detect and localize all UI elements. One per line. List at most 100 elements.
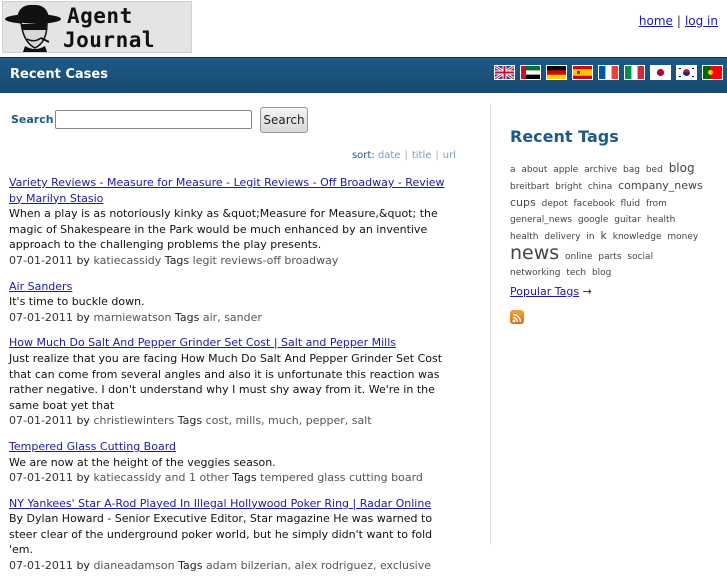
case-date: 07-01-2011 (9, 559, 73, 573)
tag-cloud-item[interactable]: networking (510, 268, 560, 278)
case-item: Tempered Glass Cutting Board We are now … (9, 439, 449, 486)
case-user[interactable]: christiewinters (93, 414, 174, 427)
tag-cloud-item[interactable]: depot (542, 199, 568, 209)
cases-list: Variety Reviews - Measure for Measure - … (9, 175, 449, 584)
tag-cloud-item[interactable]: apple (553, 165, 578, 175)
case-title-link[interactable]: Tempered Glass Cutting Board (9, 440, 176, 453)
case-user[interactable]: katiecassidy (93, 471, 161, 484)
tag-cloud-item[interactable]: about (521, 165, 547, 175)
case-date: 07-01-2011 (9, 471, 73, 485)
case-tags[interactable]: air, sander (203, 311, 262, 324)
login-link[interactable]: log in (685, 14, 718, 28)
arrow-right-icon: → (582, 285, 592, 298)
case-by: by (76, 310, 90, 324)
spain-flag-icon[interactable] (572, 65, 593, 80)
tag-cloud-item[interactable]: parts (598, 252, 621, 262)
tag-cloud-item[interactable]: google (578, 215, 608, 225)
uk-flag-icon[interactable] (494, 65, 515, 80)
sort-by-date-link[interactable]: date (378, 150, 401, 161)
case-item: Air Sanders It's time to buckle down. 07… (9, 279, 449, 326)
case-description: It's time to buckle down. (9, 295, 145, 309)
case-tags[interactable]: tempered glass cutting board (260, 471, 423, 484)
tag-cloud-item[interactable]: blog (592, 268, 611, 278)
case-meta: 07-01-2011 by dianeadamson Tags adam bil… (9, 558, 449, 574)
case-tags[interactable]: legit reviews-off broadway (193, 254, 339, 267)
case-date: 07-01-2011 (9, 253, 73, 267)
tag-cloud-item[interactable]: from (646, 199, 667, 209)
case-title-link[interactable]: Air Sanders (9, 280, 72, 293)
column-divider (490, 103, 491, 545)
sort-by-title-link[interactable]: title (412, 150, 432, 161)
korea-flag-icon[interactable] (676, 65, 697, 80)
france-flag-icon[interactable] (598, 65, 619, 80)
home-link[interactable]: home (639, 14, 673, 28)
tag-cloud-item[interactable]: knowledge (613, 232, 662, 242)
tag-cloud-item[interactable]: online (565, 252, 592, 262)
case-user[interactable]: dianeadamson (93, 559, 174, 572)
case-meta: 07-01-2011 by christiewinters Tags cost,… (9, 413, 449, 429)
tag-cloud-item[interactable]: bed (646, 165, 663, 175)
case-user[interactable]: katiecassidy (93, 254, 161, 267)
case-item: Variety Reviews - Measure for Measure - … (9, 175, 449, 269)
tag-cloud-item[interactable]: delivery (544, 232, 580, 242)
sort-by-url-link[interactable]: url (443, 150, 456, 161)
tag-cloud-item[interactable]: health (647, 215, 676, 225)
tag-cloud-item[interactable]: guitar (614, 215, 641, 225)
tag-cloud-item[interactable]: k (600, 229, 606, 242)
case-title-link[interactable]: How Much Do Salt And Pepper Grinder Set … (9, 336, 396, 349)
case-tags-label: Tags (232, 471, 257, 485)
case-by: by (76, 559, 90, 573)
case-by: by (76, 253, 90, 267)
popular-tags-link[interactable]: Popular Tags (510, 285, 579, 298)
tag-cloud-item[interactable]: archive (584, 165, 617, 175)
tag-cloud-item[interactable]: news (510, 242, 559, 264)
tag-cloud-item[interactable]: social (627, 252, 653, 262)
tag-cloud-item[interactable]: money (667, 232, 698, 242)
popular-tags: Popular Tags → (510, 285, 592, 298)
tag-cloud-item[interactable]: china (588, 182, 612, 192)
italy-flag-icon[interactable] (624, 65, 645, 80)
recent-tags-heading: Recent Tags (510, 127, 619, 146)
rss-icon[interactable] (510, 310, 524, 324)
logo-text-line2: Journal (63, 28, 156, 52)
tag-cloud-item[interactable]: a (510, 165, 516, 175)
case-item: NY Yankees' Star A-Rod Played In Illegal… (9, 496, 449, 574)
tag-cloud-item[interactable]: company_news (618, 179, 703, 192)
tag-cloud-item[interactable]: breitbart (510, 182, 549, 192)
case-description: When a play is as notoriously kinky as &… (9, 207, 438, 252)
japan-flag-icon[interactable] (650, 65, 671, 80)
case-by: by (76, 471, 90, 485)
tag-cloud-item[interactable]: health (510, 232, 539, 242)
tag-cloud-item[interactable]: facebook (573, 199, 614, 209)
case-user[interactable]: marniewatson (93, 311, 171, 324)
uae-flag-icon[interactable] (520, 65, 541, 80)
tag-cloud-item[interactable]: blog (669, 161, 695, 175)
tag-cloud-item[interactable]: bag (623, 165, 640, 175)
case-date: 07-01-2011 (9, 310, 73, 324)
tag-cloud-item[interactable]: tech (566, 268, 586, 278)
case-meta: 07-01-2011 by katiecassidy Tags legit re… (9, 253, 449, 269)
search-button[interactable]: Search (260, 107, 308, 133)
tag-cloud-item[interactable]: general_news (510, 215, 572, 225)
case-tags-label: Tags (164, 253, 190, 267)
case-description: By Dylan Howard - Senior Executive Edito… (9, 512, 433, 557)
tag-cloud-item[interactable]: cups (510, 196, 536, 209)
case-date: 07-01-2011 (9, 414, 73, 428)
sort-label: sort: (351, 150, 375, 161)
logo-text-line1: Agent (67, 4, 133, 28)
case-tags[interactable]: cost, mills, much, pepper, salt (206, 414, 372, 427)
site-logo[interactable]: Agent Journal (2, 1, 192, 53)
case-other-users[interactable]: and 1 other (165, 471, 229, 484)
case-tags[interactable]: adam bilzerian, alex rodriguez, exclusiv… (206, 559, 431, 572)
tag-cloud-item[interactable]: bright (555, 182, 582, 192)
germany-flag-icon[interactable] (546, 65, 567, 80)
case-by: by (76, 414, 90, 428)
language-flags (494, 65, 723, 80)
case-title-link[interactable]: NY Yankees' Star A-Rod Played In Illegal… (9, 497, 431, 510)
case-title-link[interactable]: Variety Reviews - Measure for Measure - … (9, 176, 445, 205)
portugal-flag-icon[interactable] (702, 65, 723, 80)
tag-cloud-item[interactable]: fluid (620, 199, 640, 209)
sort-options: sort: date | title | url (351, 150, 456, 161)
search-input[interactable] (55, 110, 252, 129)
tag-cloud-item[interactable]: in (586, 232, 594, 242)
